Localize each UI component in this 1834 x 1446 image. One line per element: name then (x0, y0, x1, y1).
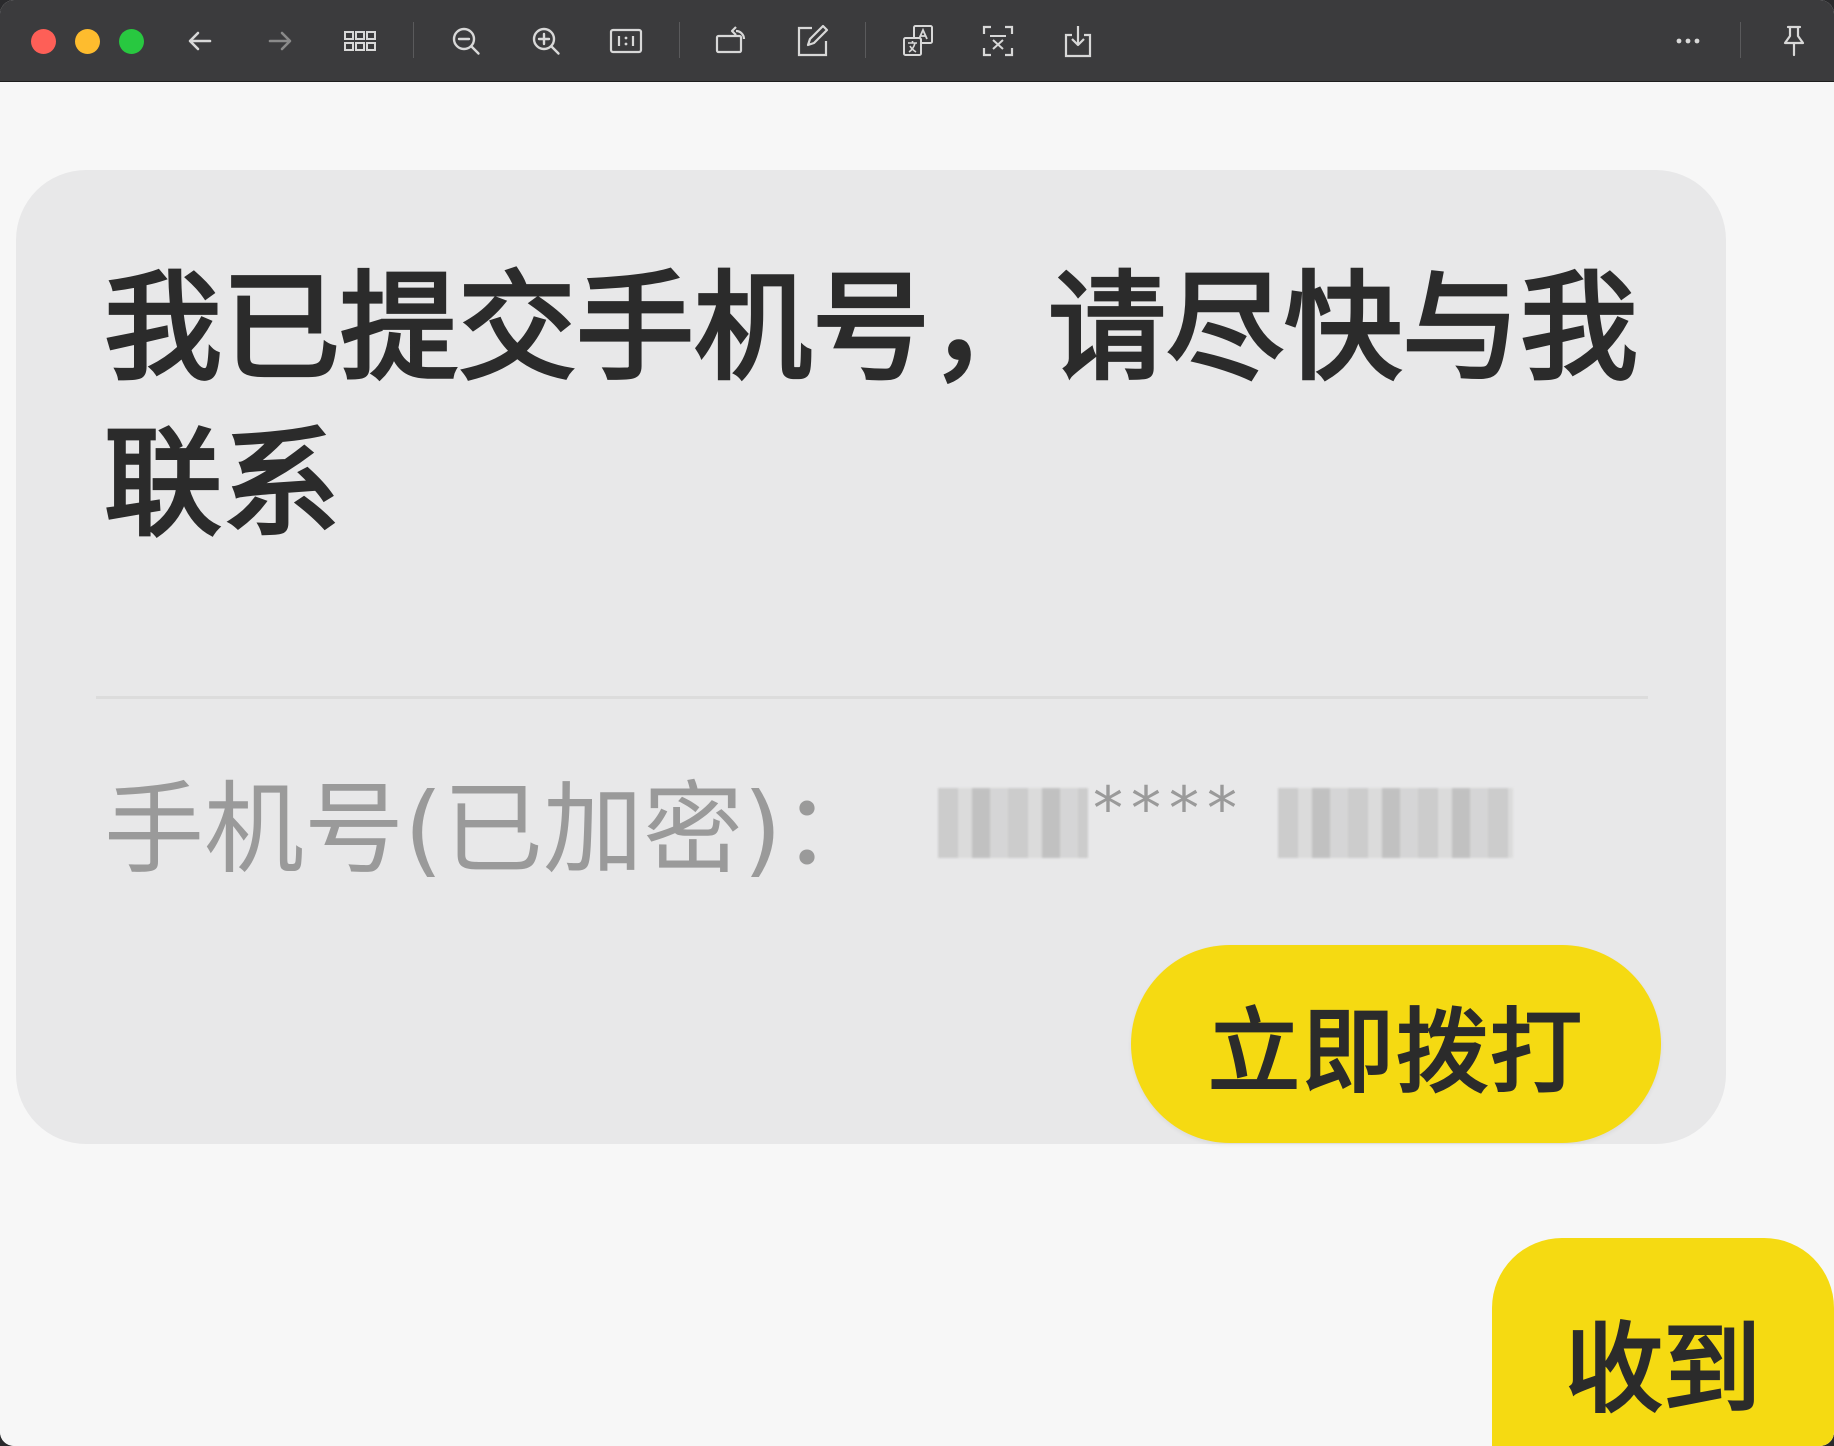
close-window-button[interactable] (31, 29, 56, 54)
call-now-button[interactable]: 立即拨打 (1131, 945, 1661, 1143)
phone-mask-stars: **** (1093, 774, 1246, 844)
zoom-out-icon (452, 27, 480, 55)
edit-button[interactable] (790, 20, 834, 62)
card-title: 我已提交手机号，请尽快与我联系 (104, 259, 1639, 553)
rotate-icon (715, 26, 746, 54)
rotate-button[interactable] (710, 20, 754, 62)
edit-icon (797, 24, 829, 57)
zoom-in-button[interactable] (524, 20, 568, 62)
masked-phone-number: **** (938, 774, 1518, 860)
more-button[interactable] (1666, 20, 1710, 62)
zoom-in-icon (532, 27, 560, 55)
minimize-window-button[interactable] (75, 29, 100, 54)
received-button[interactable]: 收到 (1492, 1238, 1834, 1446)
pin-icon (1783, 25, 1805, 57)
ocr-scan-icon (982, 25, 1014, 57)
image-viewer-window: 我已提交手机号，请尽快与我联系 手机号(已加密)： **** 立即拨打 收到 (0, 0, 1834, 1446)
image-canvas: 我已提交手机号，请尽快与我联系 手机号(已加密)： **** 立即拨打 收到 (0, 82, 1834, 1446)
forward-arrow-icon (268, 31, 292, 51)
toolbar-separator (413, 22, 414, 58)
grid-view-button[interactable] (338, 20, 382, 62)
translate-button[interactable] (896, 20, 940, 62)
actual-size-icon (609, 28, 643, 54)
actual-size-button[interactable] (604, 20, 648, 62)
back-button[interactable] (178, 20, 222, 62)
phone-label: 手机号(已加密)： (104, 770, 883, 888)
download-button[interactable] (1056, 20, 1100, 62)
download-icon (1064, 26, 1092, 58)
redacted-digits (938, 788, 1089, 858)
maximize-window-button[interactable] (119, 29, 144, 54)
pin-button[interactable] (1772, 20, 1816, 62)
toolbar-separator (1740, 22, 1741, 58)
message-card: 我已提交手机号，请尽快与我联系 手机号(已加密)： **** 立即拨打 (16, 170, 1726, 1144)
grid-view-icon (344, 31, 376, 51)
ocr-scan-button[interactable] (976, 20, 1020, 62)
forward-button[interactable] (258, 20, 302, 62)
toolbar-separator (679, 22, 680, 58)
phone-row: 手机号(已加密)： **** (104, 760, 1518, 888)
card-divider (96, 696, 1648, 699)
more-icon (1676, 38, 1700, 44)
toolbar-separator (865, 22, 866, 58)
back-arrow-icon (188, 31, 212, 51)
translate-icon (903, 25, 933, 56)
viewer-toolbar (0, 0, 1834, 82)
redacted-digits (1278, 788, 1514, 858)
zoom-out-button[interactable] (444, 20, 488, 62)
